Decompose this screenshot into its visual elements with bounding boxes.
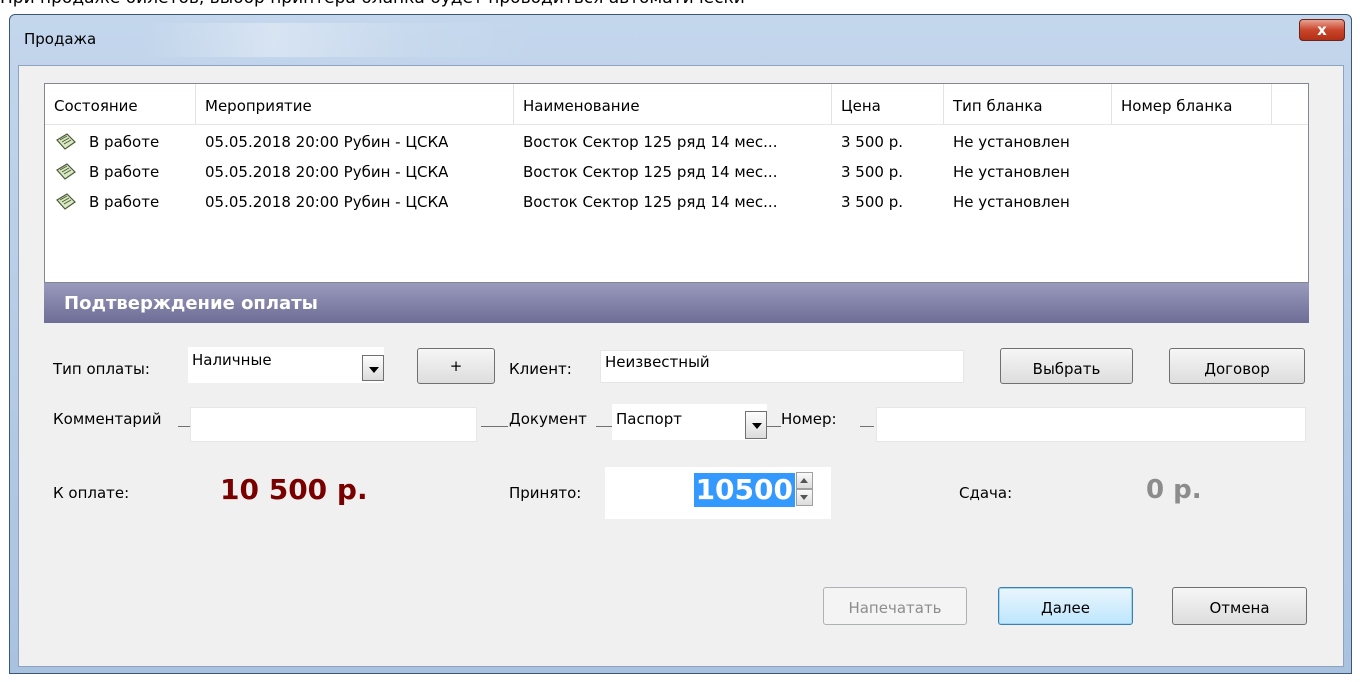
document-select[interactable]: Паспорт	[612, 404, 767, 440]
table-header: Состояние Мероприятие Наименование Цена …	[45, 84, 1308, 125]
title-bar-glass	[140, 23, 540, 57]
ticket-icon	[56, 133, 76, 150]
column-header-event[interactable]: Мероприятие	[196, 84, 514, 124]
table-row[interactable]: В работе 05.05.2018 20:00 Рубин - ЦСКА В…	[45, 127, 1308, 157]
client-field[interactable]: Неизвестный	[600, 350, 964, 383]
cell-event: 05.05.2018 20:00 Рубин - ЦСКА	[205, 133, 449, 151]
number-field[interactable]	[876, 407, 1306, 442]
cell-event: 05.05.2018 20:00 Рубин - ЦСКА	[205, 193, 449, 211]
number-leader-line-2	[860, 426, 874, 427]
to-pay-label: К оплате:	[53, 484, 130, 502]
payment-type-label: Тип оплаты:	[53, 360, 150, 378]
column-header-blank-number[interactable]: Номер бланка	[1112, 84, 1272, 124]
cell-status: В работе	[89, 163, 160, 181]
cell-name: Восток Сектор 125 ряд 14 мес...	[523, 193, 778, 211]
client-label: Клиент:	[509, 360, 572, 378]
window-title: Продажа	[24, 30, 97, 48]
cell-name: Восток Сектор 125 ряд 14 мес...	[523, 163, 778, 181]
column-header-status[interactable]: Состояние	[45, 84, 196, 124]
accepted-amount-spinner[interactable]: 10500	[605, 467, 831, 519]
change-label: Сдача:	[959, 484, 1013, 502]
spin-down-icon[interactable]	[796, 489, 813, 506]
cell-blank-type: Не установлен	[953, 163, 1070, 181]
print-button[interactable]: Напечатать	[823, 587, 967, 625]
table-row[interactable]: В работе 05.05.2018 20:00 Рубин - ЦСКА В…	[45, 187, 1308, 217]
payment-type-value: Наличные	[192, 351, 272, 369]
table-row[interactable]: В работе 05.05.2018 20:00 Рубин - ЦСКА В…	[45, 157, 1308, 187]
document-label: Документ	[509, 410, 587, 428]
contract-button[interactable]: Договор	[1169, 348, 1305, 384]
document-leader-line-2	[596, 426, 612, 427]
cancel-button[interactable]: Отмена	[1172, 587, 1307, 625]
cell-price: 3 500 р.	[841, 193, 903, 211]
payment-confirmation-header: Подтверждение оплаты	[44, 283, 1309, 323]
chevron-down-icon[interactable]	[745, 411, 767, 439]
select-client-button[interactable]: Выбрать	[1000, 348, 1133, 384]
spin-up-icon[interactable]	[796, 472, 813, 489]
cell-blank-type: Не установлен	[953, 133, 1070, 151]
column-header-blank-type[interactable]: Тип бланка	[944, 84, 1112, 124]
document-leader-line	[481, 426, 508, 427]
tickets-table: Состояние Мероприятие Наименование Цена …	[44, 83, 1309, 283]
change-amount: 0 р.	[1146, 475, 1202, 505]
column-header-name[interactable]: Наименование	[514, 84, 832, 124]
cell-status: В работе	[89, 193, 160, 211]
number-leader-line	[767, 426, 781, 427]
cell-price: 3 500 р.	[841, 163, 903, 181]
comment-leader-line	[178, 426, 190, 427]
next-button[interactable]: Далее	[998, 587, 1133, 625]
comment-label: Комментарий	[53, 410, 162, 428]
cell-event: 05.05.2018 20:00 Рубин - ЦСКА	[205, 163, 449, 181]
title-bar[interactable]: Продажа x	[10, 15, 1351, 65]
ticket-icon	[56, 193, 76, 210]
number-label: Номер:	[781, 410, 837, 428]
add-payment-button[interactable]: +	[417, 348, 495, 384]
chevron-down-icon[interactable]	[362, 355, 384, 381]
cell-price: 3 500 р.	[841, 133, 903, 151]
comment-field[interactable]	[190, 407, 477, 442]
column-header-price[interactable]: Цена	[832, 84, 944, 124]
close-button[interactable]: x	[1299, 19, 1345, 41]
ticket-icon	[56, 163, 76, 180]
cell-blank-type: Не установлен	[953, 193, 1070, 211]
cell-status: В работе	[89, 133, 160, 151]
accepted-label: Принято:	[509, 484, 582, 502]
to-pay-amount: 10 500 р.	[220, 473, 368, 506]
accepted-amount-value[interactable]: 10500	[693, 473, 795, 507]
cell-name: Восток Сектор 125 ряд 14 мес...	[523, 133, 778, 151]
payment-type-select[interactable]: Наличные	[188, 347, 384, 383]
document-value: Паспорт	[616, 410, 682, 428]
page-caption: При продаже билетов, выбор принтера блан…	[0, 0, 745, 12]
